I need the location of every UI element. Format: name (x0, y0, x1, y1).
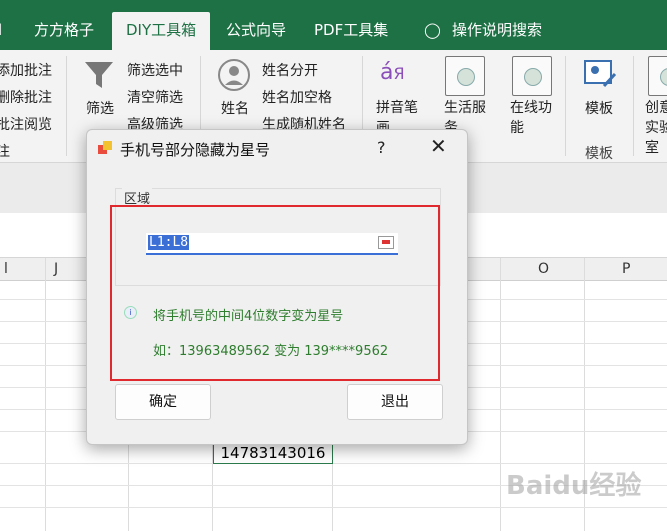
dialog-title: 手机号部分隐藏为星号 (120, 141, 271, 159)
creative-lab-button[interactable]: 创意实验室 (645, 98, 667, 158)
app-icon (98, 141, 112, 154)
tab-fangfanggezi[interactable]: 方方格子 (34, 10, 94, 50)
filter-selected-button[interactable]: 筛选选中 (127, 60, 183, 80)
tab-diy-toolbox[interactable]: DIY工具箱 (112, 12, 211, 50)
lightbulb-icon[interactable]: ◯ (424, 10, 441, 50)
template-button[interactable]: 模板 (585, 98, 613, 118)
highlight-annotation-box (110, 205, 440, 381)
column-header-j[interactable]: J (54, 261, 58, 277)
life-service-icon (445, 56, 485, 96)
ribbon-separator (565, 56, 566, 156)
person-icon (218, 59, 250, 91)
pinyin-icon: áЯ (380, 60, 405, 85)
spreadsheet-cell[interactable]: 14783143016 (213, 442, 333, 464)
ribbon-tab-bar: l 方方格子 DIY工具箱 公式向导 PDF工具集 ◯ 操作说明搜索 (0, 0, 667, 50)
filter-button[interactable]: 筛选 (86, 98, 114, 118)
name-button[interactable]: 姓名 (221, 98, 249, 118)
clear-filter-button[interactable]: 清空筛选 (127, 87, 183, 107)
comment-partial-label: 注 (0, 144, 10, 160)
ok-button[interactable]: 确定 (115, 384, 211, 420)
column-header-o[interactable]: O (538, 261, 549, 277)
online-function-icon (512, 56, 552, 96)
baidu-watermark: Baidu经验 (506, 471, 642, 501)
ribbon-separator (633, 56, 634, 156)
tab-partial[interactable]: l (0, 10, 2, 50)
view-comment-button[interactable]: 批注阅览 (0, 114, 52, 134)
name-add-space-button[interactable]: 姓名加空格 (262, 87, 332, 107)
template-group-label: 模板 (585, 146, 613, 162)
tab-formula-wizard[interactable]: 公式向导 (226, 10, 286, 50)
column-header-p[interactable]: P (622, 261, 630, 277)
close-icon[interactable]: ✕ (430, 134, 447, 158)
tab-search-help[interactable]: 操作说明搜索 (452, 10, 542, 50)
filter-icon (85, 62, 113, 88)
add-comment-button[interactable]: 添加批注 (0, 60, 52, 80)
online-function-button[interactable]: 在线功能 (510, 98, 558, 138)
grid-line (0, 507, 667, 508)
ribbon-separator (66, 56, 67, 156)
column-header-l[interactable]: l (4, 261, 8, 277)
grid-line (0, 463, 667, 464)
template-icon (584, 60, 617, 88)
split-name-button[interactable]: 姓名分开 (262, 60, 318, 80)
tab-pdf-tools[interactable]: PDF工具集 (314, 10, 388, 50)
help-button[interactable]: ? (377, 138, 386, 157)
creative-lab-icon (648, 56, 667, 96)
delete-comment-button[interactable]: 删除批注 (0, 87, 52, 107)
exit-button[interactable]: 退出 (347, 384, 443, 420)
